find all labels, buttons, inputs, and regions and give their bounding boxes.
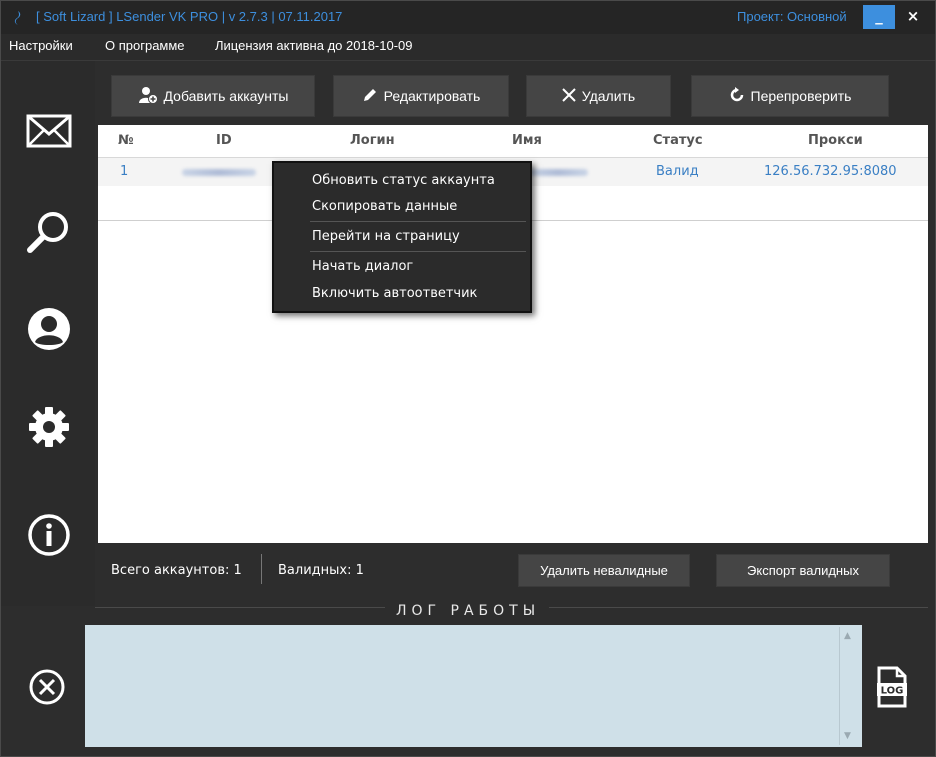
col-header-number[interactable]: №	[118, 133, 134, 148]
window-title: [ Soft Lizard ] LSender VK PRO | v 2.7.3…	[36, 9, 343, 24]
log-textarea[interactable]: ▲ ▼	[85, 625, 862, 747]
ctx-separator	[310, 251, 526, 252]
export-valid-button[interactable]: Экспорт валидных	[716, 554, 890, 587]
menu-license-status: Лицензия активна до 2018-10-09	[215, 38, 413, 53]
close-window-button[interactable]: ×	[897, 5, 929, 29]
search-icon[interactable]	[23, 205, 75, 257]
refresh-icon	[729, 86, 745, 106]
log-scrollbar[interactable]: ▲ ▼	[839, 627, 858, 745]
log-header-line	[95, 607, 385, 608]
recheck-button[interactable]: Перепроверить	[691, 75, 889, 117]
blurred-id	[182, 169, 256, 176]
lizard-app-icon	[13, 10, 23, 25]
row-number: 1	[120, 164, 129, 179]
ctx-separator	[310, 221, 526, 222]
gear-icon[interactable]	[23, 401, 75, 453]
main-window: [ Soft Lizard ] LSender VK PRO | v 2.7.3…	[0, 0, 936, 757]
log-file-icon[interactable]: LOG	[871, 663, 913, 711]
add-accounts-button[interactable]: Добавить аккаунты	[111, 75, 315, 117]
ctx-copy-data[interactable]: Скопировать данные	[312, 199, 457, 214]
row-proxy: 126.56.732.95:8080	[764, 164, 897, 179]
ctx-update-status[interactable]: Обновить статус аккаунта	[312, 173, 495, 188]
footer-separator	[261, 554, 262, 584]
table-header: № ID Логин Имя Статус Прокси	[98, 125, 928, 158]
scroll-up-icon[interactable]: ▲	[844, 631, 851, 641]
user-circle-icon[interactable]	[23, 303, 75, 355]
col-header-login[interactable]: Логин	[350, 133, 395, 148]
info-icon[interactable]	[23, 509, 75, 561]
col-header-name[interactable]: Имя	[512, 133, 542, 148]
close-x-icon	[562, 87, 576, 105]
edit-button[interactable]: Редактировать	[333, 75, 509, 117]
blurred-name	[528, 169, 588, 176]
delete-label: Удалить	[581, 88, 636, 104]
col-header-status[interactable]: Статус	[653, 133, 703, 148]
menu-about[interactable]: О программе	[105, 38, 185, 53]
recheck-label: Перепроверить	[750, 88, 852, 104]
total-accounts-count: Всего аккаунтов: 1	[111, 563, 242, 578]
menu-settings[interactable]: Настройки	[9, 38, 73, 53]
clear-log-icon[interactable]	[23, 663, 71, 711]
add-user-icon	[138, 86, 158, 107]
project-label[interactable]: Проект: Основной	[737, 9, 847, 24]
context-menu: Обновить статус аккаунта Скопировать дан…	[272, 161, 532, 313]
ctx-start-dialog[interactable]: Начать диалог	[312, 259, 413, 274]
col-header-id[interactable]: ID	[216, 133, 232, 148]
delete-button[interactable]: Удалить	[526, 75, 671, 117]
pencil-icon	[362, 87, 378, 106]
ctx-open-page[interactable]: Перейти на страницу	[312, 229, 460, 244]
valid-accounts-count: Валидных: 1	[278, 563, 364, 578]
ctx-enable-autoresponder[interactable]: Включить автоответчик	[312, 286, 477, 301]
mail-icon[interactable]	[23, 105, 75, 157]
scroll-down-icon[interactable]: ▼	[844, 731, 851, 741]
sidebar	[1, 61, 95, 606]
edit-label: Редактировать	[383, 88, 481, 104]
col-header-proxy[interactable]: Прокси	[808, 133, 863, 148]
log-header-line	[549, 607, 928, 608]
title-bar[interactable]: [ Soft Lizard ] LSender VK PRO | v 2.7.3…	[1, 1, 935, 34]
minimize-button[interactable]: _	[863, 5, 895, 29]
row-status: Валид	[656, 164, 699, 179]
log-title: ЛОГ РАБОТЫ	[396, 603, 541, 619]
add-accounts-label: Добавить аккаунты	[163, 88, 289, 104]
menu-bar: Настройки О программе Лицензия активна д…	[1, 34, 935, 61]
delete-invalid-button[interactable]: Удалить невалидные	[518, 554, 690, 587]
log-icon-text: LOG	[881, 686, 904, 697]
